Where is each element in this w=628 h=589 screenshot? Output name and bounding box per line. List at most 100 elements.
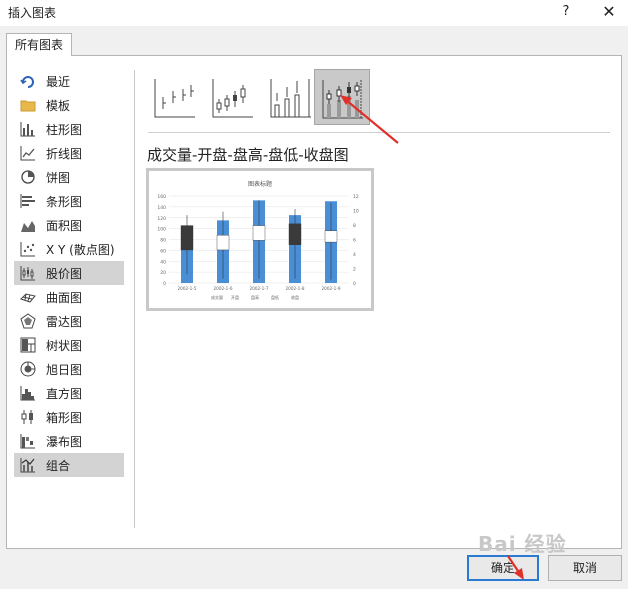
high-low-close-icon <box>154 79 195 118</box>
waterfall-chart-icon <box>20 433 36 449</box>
sidebar-item-radar[interactable]: 雷达图 <box>14 309 124 333</box>
vertical-divider <box>134 70 135 528</box>
sidebar-item-label: 树状图 <box>46 338 83 353</box>
help-button[interactable]: ? <box>556 1 576 23</box>
title-bar: 插入图表 ? ✕ <box>0 0 628 26</box>
left-tick-label: 20 <box>160 270 166 276</box>
candle-body <box>180 225 194 251</box>
candle-body <box>288 223 302 245</box>
sidebar-item-label: 面积图 <box>46 218 83 233</box>
sidebar-item-label: 股价图 <box>46 266 83 281</box>
left-tick-label: 100 <box>157 227 166 233</box>
surface-chart-icon <box>20 289 36 305</box>
left-tick-label: 80 <box>160 238 166 244</box>
left-tick-label: 140 <box>157 205 166 211</box>
volume-ohlc-icon <box>322 80 363 119</box>
stock-chart-icon <box>20 265 36 281</box>
left-tick-label: 60 <box>160 248 166 254</box>
preview-chart: 图表标题 1601401201008060402001210864202002-… <box>157 180 359 300</box>
sidebar-item-label: 最近 <box>46 74 71 89</box>
right-tick-label: 0 <box>353 281 356 287</box>
legend-entry: 收盘 <box>291 294 299 300</box>
candle-body <box>216 234 230 251</box>
line-chart-icon <box>20 145 36 161</box>
left-tick-label: 160 <box>157 194 166 200</box>
sidebar-item-area[interactable]: 面积图 <box>14 213 124 237</box>
box-whisker-chart-icon <box>20 409 36 425</box>
treemap-chart-icon <box>20 337 36 353</box>
subtype-title: 成交量-开盘-盘高-盘低-收盘图 <box>147 146 349 164</box>
sidebar-item-box-whisker[interactable]: 箱形图 <box>14 405 124 429</box>
sidebar-item-treemap[interactable]: 树状图 <box>14 333 124 357</box>
folder-icon <box>20 97 36 113</box>
sidebar-item-label: 曲面图 <box>46 290 83 305</box>
sidebar-item-stock[interactable]: 股价图 <box>14 261 124 285</box>
sidebar-item-label: 直方图 <box>46 386 83 401</box>
legend-entry: 成交量 <box>211 294 223 300</box>
chart-type-list: 最近 模板 柱形图 折线图 饼图 条形图 面积图 X Y (散点图) 股价图 曲… <box>14 69 124 477</box>
left-tick-label: 120 <box>157 216 166 222</box>
sidebar-item-label: 模板 <box>46 98 71 113</box>
category-label: 2002-1-5 <box>177 286 196 291</box>
histogram-chart-icon <box>20 385 36 401</box>
close-button[interactable]: ✕ <box>598 1 620 23</box>
sidebar-item-label: 柱形图 <box>46 122 83 137</box>
sidebar-item-label: 箱形图 <box>46 410 83 425</box>
watermark: Bai 经验 <box>478 532 567 556</box>
dialog-title: 插入图表 <box>8 6 57 20</box>
left-tick-label: 40 <box>160 259 166 265</box>
right-tick-label: 2 <box>353 267 356 273</box>
category-label: 2002-1-7 <box>249 286 268 291</box>
sidebar-item-surface[interactable]: 曲面图 <box>14 285 124 309</box>
ok-button[interactable]: 确定 <box>467 555 539 581</box>
candle-body <box>252 225 266 241</box>
bar-chart-icon <box>20 193 36 209</box>
sidebar-item-label: 饼图 <box>46 170 71 185</box>
right-tick-label: 12 <box>353 194 359 200</box>
sidebar-item-scatter[interactable]: X Y (散点图) <box>14 237 124 261</box>
subtype-open-high-low-close[interactable] <box>206 70 258 124</box>
sidebar-item-bar[interactable]: 条形图 <box>14 189 124 213</box>
subtype-volume-open-high-low-close[interactable] <box>314 69 370 125</box>
open-high-low-close-icon <box>212 79 253 118</box>
combo-chart-icon <box>20 457 36 473</box>
cancel-button[interactable]: 取消 <box>548 555 622 581</box>
sidebar-item-column[interactable]: 柱形图 <box>14 117 124 141</box>
volume-high-low-close-icon <box>270 79 311 118</box>
chart-preview[interactable]: 图表标题 160 140 120 100 80 60 40 20 0 12 10 8 6 4 2 0 2002-… <box>146 168 374 311</box>
subtype-volume-high-low-close[interactable] <box>264 70 316 124</box>
sidebar-item-label: 条形图 <box>46 194 83 209</box>
legend-entry: 开盘 <box>231 294 239 300</box>
legend-entry: 盘高 <box>251 294 259 300</box>
subtype-high-low-close[interactable] <box>148 70 200 124</box>
sidebar-item-recent[interactable]: 最近 <box>14 69 124 93</box>
sidebar-item-line[interactable]: 折线图 <box>14 141 124 165</box>
sidebar-item-combo[interactable]: 组合 <box>14 453 124 477</box>
pie-chart-icon <box>20 169 36 185</box>
tab-all-charts[interactable]: 所有图表 <box>6 33 72 56</box>
left-tick-label: 0 <box>163 281 166 287</box>
area-chart-icon <box>20 217 36 233</box>
sidebar-item-waterfall[interactable]: 瀑布图 <box>14 429 124 453</box>
right-tick-label: 8 <box>353 223 356 229</box>
sidebar-item-sunburst[interactable]: 旭日图 <box>14 357 124 381</box>
sidebar-item-histogram[interactable]: 直方图 <box>14 381 124 405</box>
sidebar-item-label: 旭日图 <box>46 362 83 377</box>
sidebar-item-label: X Y (散点图) <box>46 242 115 257</box>
right-tick-label: 4 <box>353 252 356 258</box>
scatter-chart-icon <box>20 241 36 257</box>
category-label: 2002-1-9 <box>321 286 340 291</box>
category-label: 2002-1-6 <box>213 286 232 291</box>
sidebar-item-pie[interactable]: 饼图 <box>14 165 124 189</box>
right-tick-label: 6 <box>353 238 356 244</box>
sidebar-item-label: 组合 <box>46 458 71 473</box>
sidebar-item-label: 雷达图 <box>46 314 83 329</box>
sidebar-item-label: 瀑布图 <box>46 434 83 449</box>
radar-chart-icon <box>20 313 36 329</box>
sidebar-item-templates[interactable]: 模板 <box>14 93 124 117</box>
recent-icon <box>20 73 36 89</box>
candle-body <box>324 230 338 243</box>
column-chart-icon <box>20 121 36 137</box>
category-label: 2002-1-8 <box>285 286 304 291</box>
sunburst-chart-icon <box>20 361 36 377</box>
